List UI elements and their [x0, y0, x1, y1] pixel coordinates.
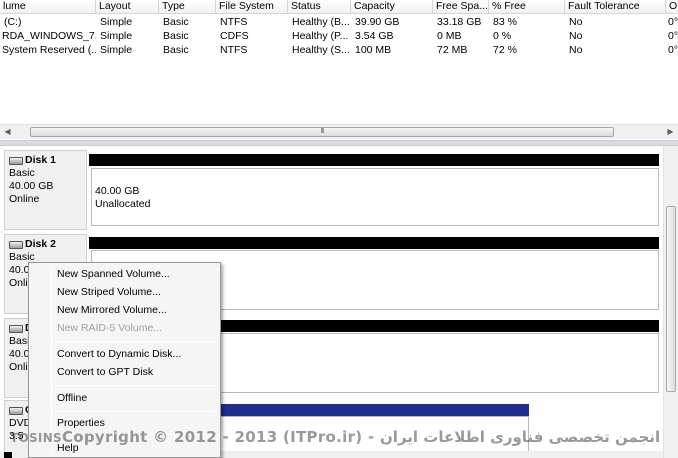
cell-layout: Simple	[100, 16, 133, 28]
cell-free-space: 0 MB	[437, 30, 462, 42]
menu-icon-gutter	[51, 265, 52, 455]
hard-disk-icon	[9, 240, 23, 249]
copyright-watermark: TOSINSCopyright © 2012 - 2013 (ITPro.ir)…	[10, 428, 660, 446]
disk-name: Disk 1	[25, 154, 56, 166]
column-header-volume[interactable]: lume	[0, 0, 96, 14]
cell-type: Basic	[163, 44, 189, 56]
column-header-free-space[interactable]: Free Spa...	[433, 0, 489, 14]
cell-percent-free: 83 %	[493, 16, 517, 28]
cell-status: Healthy (P...	[292, 30, 349, 42]
unallocated-legend-swatch	[4, 452, 12, 458]
column-header-capacity[interactable]: Capacity	[351, 0, 433, 14]
watermark-text: Copyright © 2012 - 2013 (ITPro.ir) - انج…	[61, 428, 661, 446]
cell-fault-tolerance: No	[569, 30, 583, 42]
disk-1-label[interactable]: Disk 1 Basic 40.00 GB Online	[4, 150, 87, 230]
cell-status: Healthy (B...	[292, 16, 350, 28]
cell-overhead: 0°	[668, 30, 678, 42]
cell-free-space: 33.18 GB	[437, 16, 482, 28]
cell-capacity: 39.90 GB	[355, 16, 400, 28]
cell-status: Healthy (S...	[292, 44, 350, 56]
disk-name: Disk 2	[25, 238, 56, 250]
horizontal-scrollbar[interactable]: ◀ III ▶	[0, 124, 678, 139]
column-header-status[interactable]: Status	[288, 0, 351, 14]
cell-file-system: CDFS	[220, 30, 249, 42]
column-header-type[interactable]: Type	[159, 0, 216, 14]
column-header-fault-tolerance[interactable]: Fault Tolerance	[565, 0, 666, 14]
menu-item-new-striped-volume[interactable]: New Striped Volume...	[57, 283, 161, 301]
scroll-right-arrow-icon[interactable]: ▶	[663, 125, 678, 139]
cell-volume: (C:)	[4, 16, 22, 28]
menu-item-new-raid5-volume: New RAID-5 Volume...	[57, 322, 163, 334]
column-header-overhead[interactable]: O	[666, 0, 678, 14]
cell-file-system: NTFS	[220, 16, 248, 28]
cell-percent-free: 0 %	[493, 30, 512, 42]
cell-capacity: 3.54 GB	[355, 30, 394, 42]
cell-overhead: 0°	[668, 44, 678, 56]
menu-separator	[55, 341, 215, 342]
horizontal-scroll-thumb[interactable]: III	[30, 127, 614, 137]
menu-separator	[55, 411, 215, 412]
disk-1-unallocated-partition[interactable]: 40.00 GB Unallocated	[91, 168, 659, 226]
cell-layout: Simple	[100, 30, 133, 42]
cell-fault-tolerance: No	[569, 44, 583, 56]
menu-separator	[55, 385, 215, 386]
cell-free-space: 72 MB	[437, 44, 468, 56]
watermark-prefix: TOSINS	[10, 431, 62, 445]
column-header-layout[interactable]: Layout	[96, 0, 159, 14]
column-header-file-system[interactable]: File System	[216, 0, 288, 14]
menu-item-offline[interactable]: Offline	[57, 389, 87, 407]
disk-size: 40.00 GB	[9, 180, 54, 192]
disk-2-partition-header	[89, 237, 659, 249]
cell-percent-free: 72 %	[493, 44, 517, 56]
hard-disk-icon	[9, 156, 23, 165]
disk-1-partition-header	[89, 154, 659, 166]
vertical-scrollbar[interactable]	[663, 146, 678, 458]
hard-disk-icon	[9, 324, 23, 333]
menu-item-convert-to-dynamic-disk[interactable]: Convert to Dynamic Disk...	[57, 345, 181, 363]
partition-state: Unallocated	[95, 198, 151, 210]
cell-type: Basic	[163, 30, 189, 42]
disk-type: Basic	[9, 167, 35, 179]
partition-size: 40.00 GB	[95, 185, 140, 197]
menu-item-new-spanned-volume[interactable]: New Spanned Volume...	[57, 265, 170, 283]
column-header-percent-free[interactable]: % Free	[489, 0, 565, 14]
cell-fault-tolerance: No	[569, 16, 583, 28]
disk-status: Online	[9, 193, 40, 205]
menu-item-new-mirrored-volume[interactable]: New Mirrored Volume...	[57, 301, 167, 319]
cell-type: Basic	[163, 16, 189, 28]
cell-volume: System Reserved (...	[2, 44, 96, 56]
cell-volume: RDA_WINDOWS_7...	[2, 30, 96, 42]
menu-item-convert-to-gpt-disk[interactable]: Convert to GPT Disk	[57, 363, 153, 381]
vertical-scroll-thumb[interactable]	[666, 206, 676, 392]
volume-list: lume Layout Type File System Status Capa…	[0, 0, 678, 140]
dvd-drive-icon	[9, 406, 23, 415]
cell-overhead: 0°	[668, 16, 678, 28]
scroll-left-arrow-icon[interactable]: ◀	[0, 125, 15, 139]
cell-capacity: 100 MB	[355, 44, 392, 56]
cell-file-system: NTFS	[220, 44, 248, 56]
cell-layout: Simple	[100, 44, 133, 56]
